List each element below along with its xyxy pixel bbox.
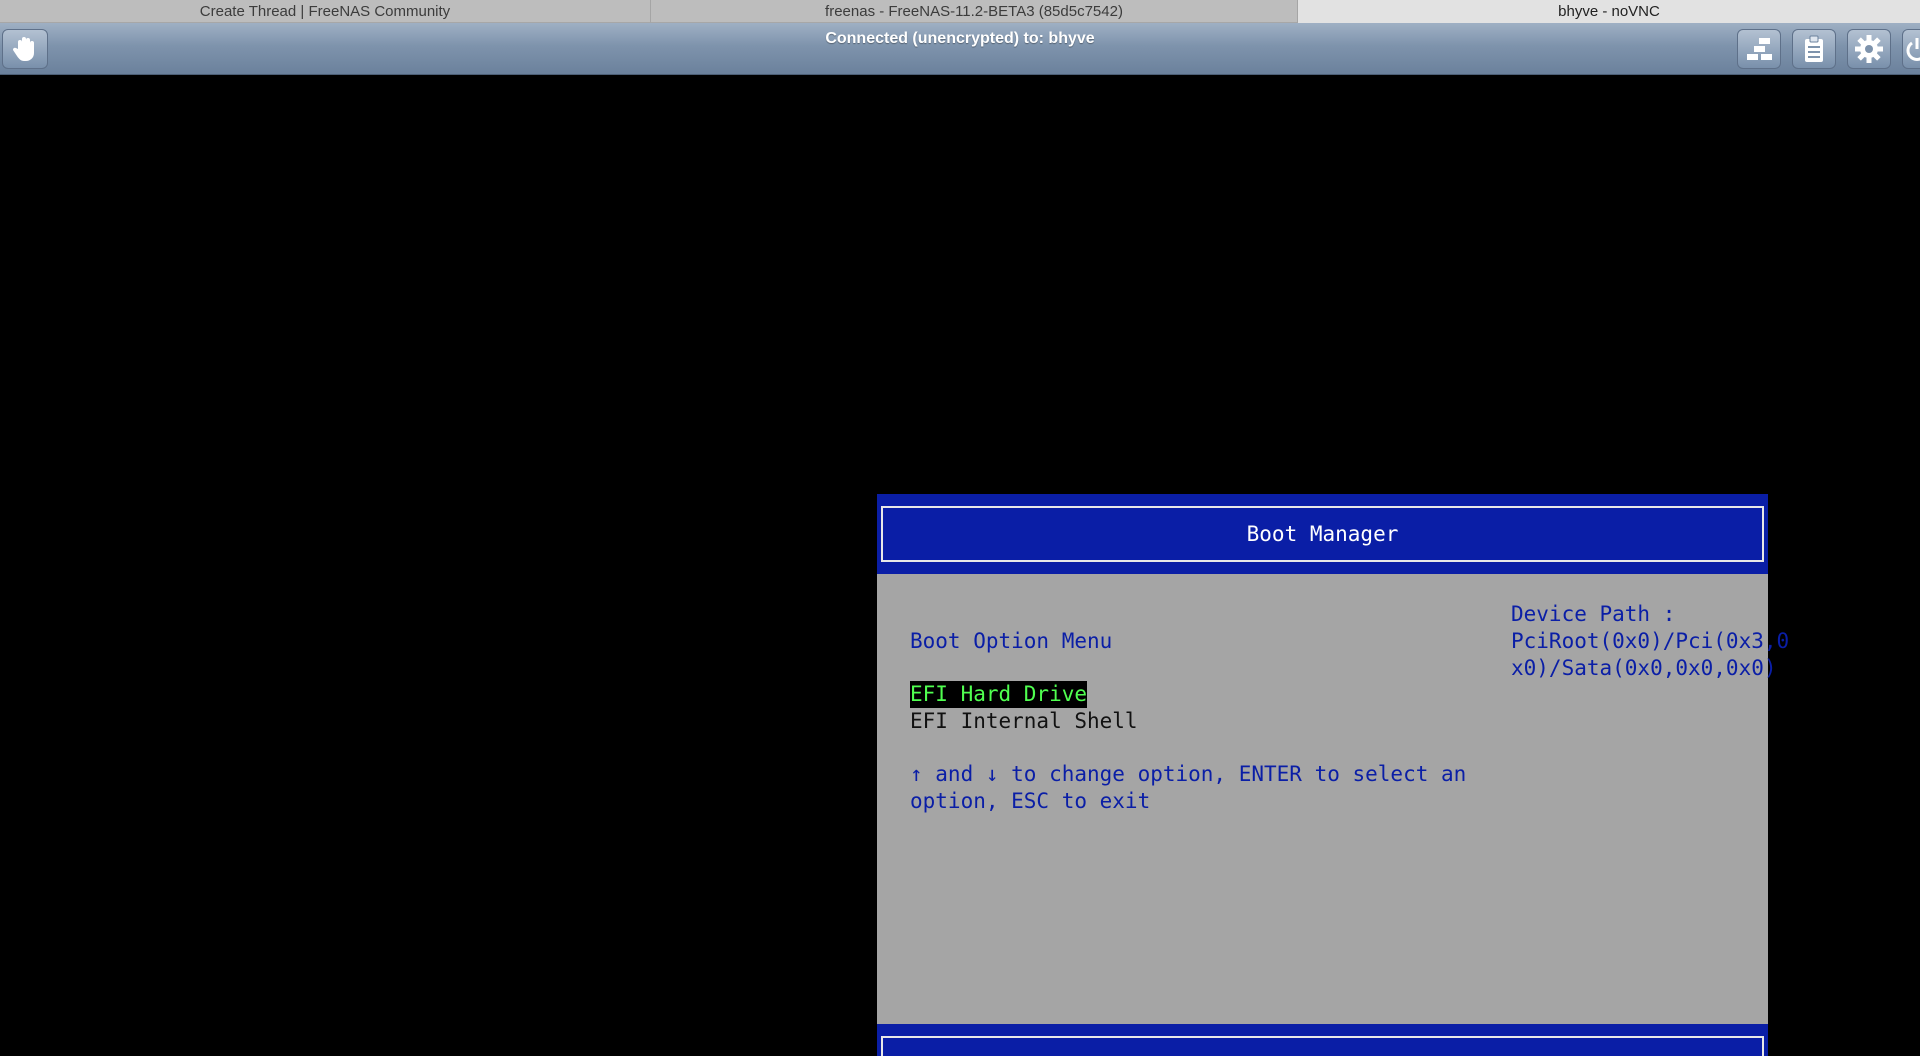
- tab-novnc[interactable]: bhyve - noVNC: [1298, 0, 1920, 23]
- clipboard-button[interactable]: [1792, 29, 1836, 69]
- footer-frame: [881, 1036, 1764, 1056]
- boot-manager-window: Boot Manager Boot Option Menu EFI Hard D…: [877, 494, 1789, 1056]
- boot-manager-footer: [877, 1024, 1768, 1056]
- novnc-control-bar: Connected (unencrypted) to: bhyve: [0, 23, 1920, 75]
- device-path-label: Device Path :: [1511, 602, 1676, 626]
- help-text-line-2: option, ESC to exit: [910, 789, 1151, 813]
- tab-freenas[interactable]: freenas - FreeNAS-11.2-BETA3 (85d5c7542): [651, 0, 1298, 23]
- gear-icon: [1854, 34, 1884, 64]
- help-text-line-1: ↑ and ↓ to change option, ENTER to selec…: [910, 762, 1467, 786]
- connection-status: Connected (unencrypted) to: bhyve: [825, 30, 1095, 47]
- boot-manager-title: Boot Manager: [881, 506, 1764, 562]
- clipboard-icon: [1803, 35, 1825, 63]
- settings-button[interactable]: [1847, 29, 1891, 69]
- keys-icon: [1744, 36, 1774, 62]
- boot-manager-body: Boot Option Menu EFI Hard Drive EFI Inte…: [877, 574, 1789, 1024]
- device-path-line-2: x0)/Sata(0x0,0x0,0x0): [1511, 656, 1777, 680]
- disconnect-button[interactable]: [1902, 29, 1920, 69]
- boot-option-efi-hard-drive[interactable]: EFI Hard Drive: [910, 681, 1088, 708]
- tab-create-thread[interactable]: Create Thread | FreeNAS Community: [0, 0, 651, 23]
- browser-tab-bar: Create Thread | FreeNAS Community freena…: [0, 0, 1920, 23]
- boot-option-menu-title: Boot Option Menu: [910, 629, 1113, 653]
- extra-keys-button[interactable]: [1737, 29, 1781, 69]
- boot-manager-header: Boot Manager: [877, 494, 1768, 574]
- power-icon: [1906, 36, 1920, 62]
- vnc-screen[interactable]: Boot Manager Boot Option Menu EFI Hard D…: [0, 75, 1920, 1056]
- boot-option-efi-internal-shell[interactable]: EFI Internal Shell: [910, 708, 1138, 735]
- device-path-line-1: PciRoot(0x0)/Pci(0x3,0: [1511, 629, 1790, 653]
